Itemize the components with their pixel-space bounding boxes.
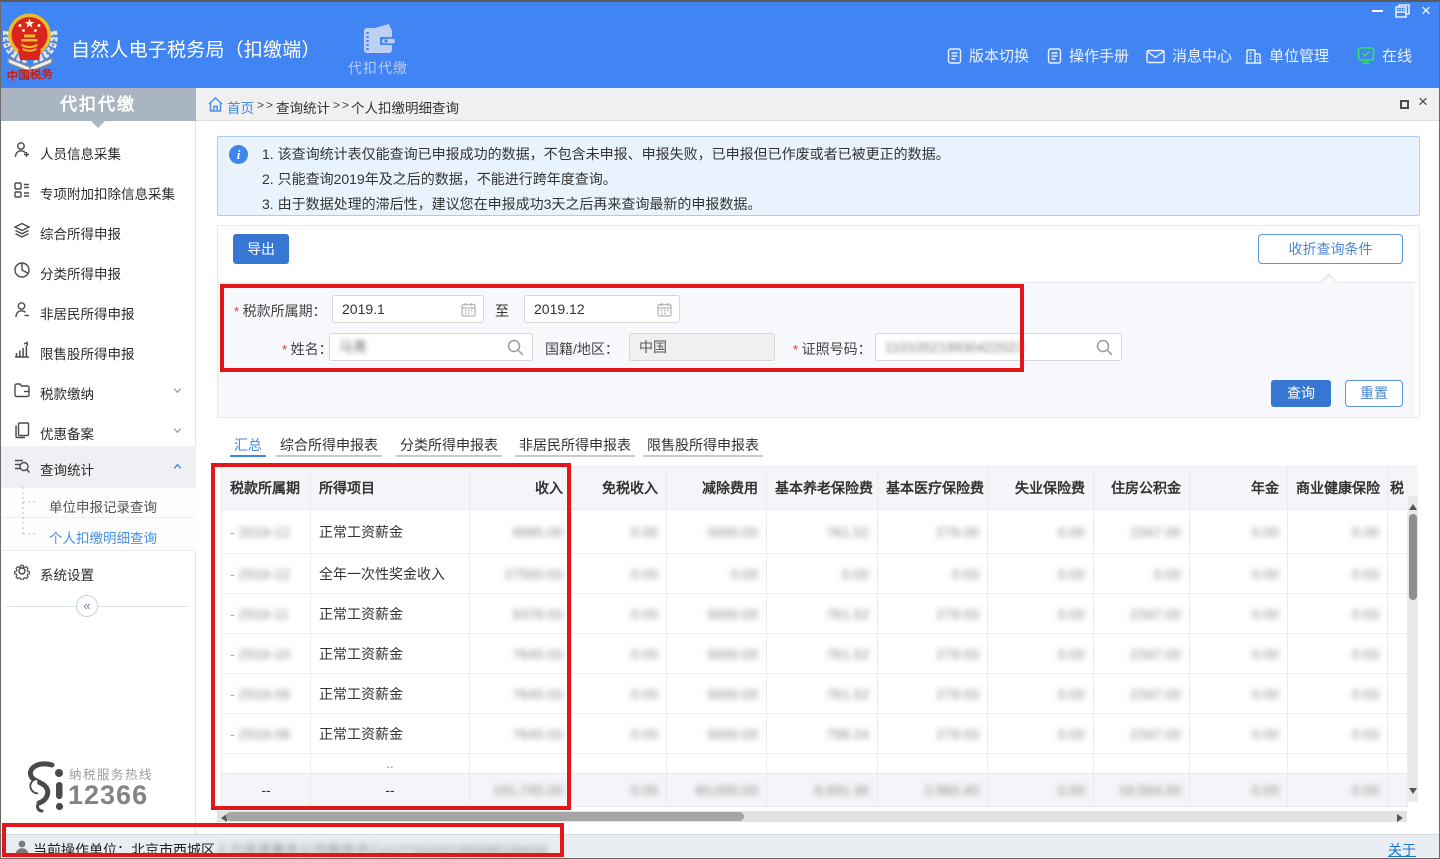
svg-text:中国税务: 中国税务: [6, 67, 53, 83]
